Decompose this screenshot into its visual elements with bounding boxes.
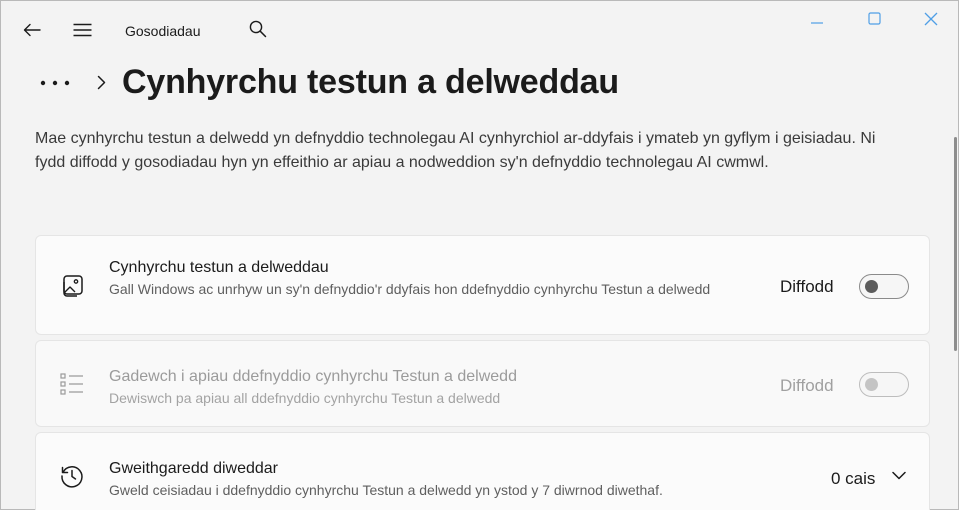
maximize-icon	[867, 12, 881, 30]
card-title: Gadewch i apiau ddefnyddio cynhyrchu Tes…	[109, 368, 517, 385]
setting-card-text-image-generation: Cynhyrchu testun a delweddau Gall Window…	[35, 235, 930, 335]
navigation-menu-button[interactable]	[62, 14, 102, 50]
activity-count: 0 cais	[831, 469, 876, 488]
image-icon	[58, 272, 86, 300]
toggle-knob	[865, 280, 878, 293]
card-subtitle: Gweld ceisiadau i ddefnyddio cynhyrchu T…	[109, 482, 663, 498]
card-subtitle: Gall Windows ac unrhyw un sy'n defnyddio…	[109, 281, 711, 297]
setting-card-app-access: Gadewch i apiau ddefnyddio cynhyrchu Tes…	[35, 340, 930, 427]
close-window-button[interactable]	[903, 1, 959, 41]
vertical-scrollbar[interactable]	[954, 137, 957, 351]
card-text: Cynhyrchu testun a delweddau Gall Window…	[109, 257, 749, 299]
toggle-state-label: Diffodd	[780, 376, 834, 395]
close-icon	[924, 12, 938, 31]
page-title: Cynhyrchu testun a delweddau	[122, 62, 619, 101]
card-title: Cynhyrchu testun a delweddau	[109, 259, 329, 276]
app-title: Gosodiadau	[125, 23, 201, 39]
expand-button[interactable]	[887, 464, 911, 488]
breadcrumb-more-button[interactable]	[37, 67, 73, 97]
card-title: Gweithgaredd diweddar	[109, 460, 278, 477]
text-image-generation-toggle[interactable]	[859, 274, 909, 299]
setting-card-recent-activity[interactable]: Gweithgaredd diweddar Gweld ceisiadau i …	[35, 432, 930, 510]
page-description: Mae cynhyrchu testun a delwedd yn defnyd…	[35, 130, 876, 171]
back-arrow-icon	[23, 23, 41, 42]
app-access-toggle[interactable]	[859, 372, 909, 397]
toggle-knob	[865, 378, 878, 391]
title-bar: Gosodiadau	[1, 1, 958, 63]
breadcrumb: Cynhyrchu testun a delweddau	[37, 59, 619, 105]
back-button[interactable]	[12, 14, 52, 50]
chevron-down-icon	[892, 467, 906, 485]
minimize-icon	[810, 12, 824, 30]
minimize-button[interactable]	[789, 1, 845, 41]
card-text: Gweithgaredd diweddar Gweld ceisiadau i …	[109, 458, 809, 500]
hamburger-menu-icon	[73, 23, 92, 42]
toggle-state-label: Diffodd	[780, 277, 834, 296]
list-icon	[58, 370, 86, 398]
maximize-button[interactable]	[846, 1, 902, 41]
history-icon	[58, 462, 86, 490]
search-button[interactable]	[238, 13, 278, 49]
chevron-right-icon	[97, 75, 106, 90]
search-icon	[249, 20, 267, 43]
card-text: Gadewch i apiau ddefnyddio cynhyrchu Tes…	[109, 366, 749, 408]
card-subtitle: Dewiswch pa apiau all ddefnyddio cynhyrc…	[109, 390, 501, 406]
more-dots-icon	[40, 73, 70, 91]
